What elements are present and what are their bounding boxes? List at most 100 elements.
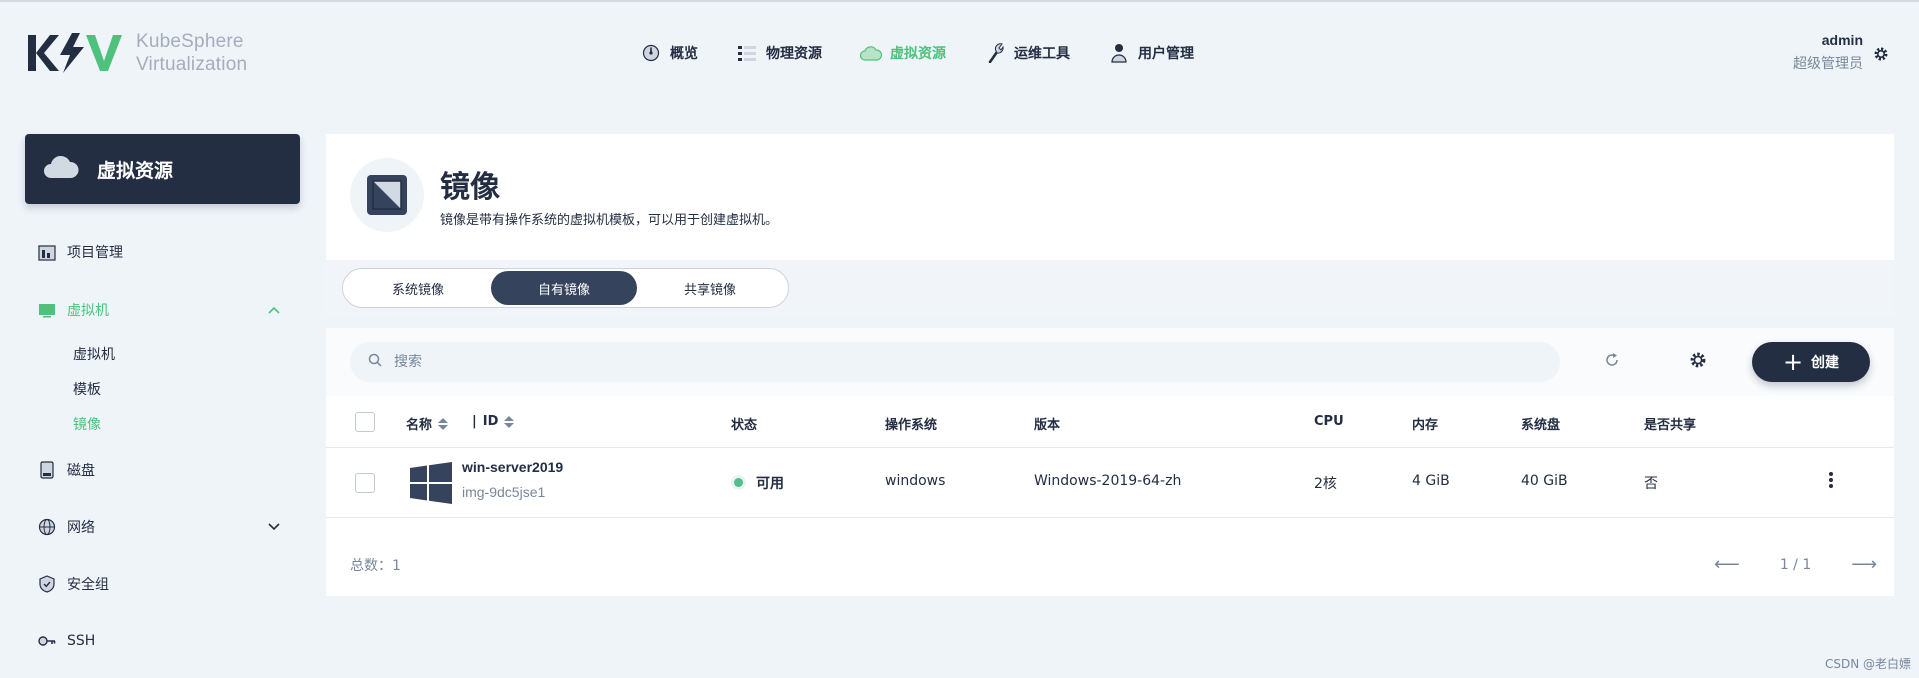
column-header-status: 状态 bbox=[731, 418, 758, 433]
sidebar-item-label: 项目管理 bbox=[67, 245, 123, 261]
column-header-os: 操作系统 bbox=[885, 418, 938, 433]
search-box[interactable] bbox=[350, 342, 1560, 382]
next-page-arrow-icon[interactable]: ⟶ bbox=[1851, 554, 1877, 575]
sidebar-title: 虚拟资源 bbox=[25, 134, 300, 204]
chevron-up-icon[interactable] bbox=[268, 302, 280, 318]
column-header-cpu: CPU bbox=[1314, 414, 1344, 429]
user-role: 超级管理员 bbox=[1793, 56, 1863, 72]
column-header-label: ID bbox=[482, 414, 499, 429]
select-all-checkbox[interactable] bbox=[355, 412, 375, 432]
brand-logo[interactable]: KubeSphere Virtualization bbox=[28, 30, 247, 76]
top-header: KubeSphere Virtualization 概览 物理资源 虚拟资源 运… bbox=[0, 2, 1919, 106]
page-description: 镜像是带有操作系统的虚拟机模板，可以用于创建虚拟机。 bbox=[440, 213, 779, 228]
column-header-shared: 是否共享 bbox=[1644, 418, 1697, 433]
sidebar-item-disk[interactable]: 磁盘 bbox=[37, 460, 95, 480]
plus-icon: + bbox=[1782, 348, 1804, 376]
pagination: ⟵ 1 / 1 ⟶ bbox=[1714, 554, 1877, 575]
sidebar-subitem-vm[interactable]: 虚拟机 bbox=[73, 344, 115, 364]
nav-item-label: 物理资源 bbox=[766, 46, 822, 62]
sidebar-item-vm[interactable]: 虚拟机 bbox=[37, 300, 288, 320]
nav-item-physical[interactable]: 物理资源 bbox=[736, 42, 822, 64]
ksv-logo-mark bbox=[28, 30, 126, 76]
sidebar-subitem-template[interactable]: 模板 bbox=[73, 379, 101, 399]
image-memory: 4 GiB bbox=[1412, 473, 1450, 489]
nav-item-label: 用户管理 bbox=[1138, 46, 1194, 62]
nav-item-label: 运维工具 bbox=[1014, 46, 1070, 62]
disk-icon bbox=[37, 460, 57, 480]
sort-icon[interactable] bbox=[438, 417, 449, 430]
table-header: 名称 | ID 状态 操作系统 版本 CPU 内存 系统盘 是否共享 bbox=[326, 396, 1894, 448]
user-menu[interactable]: admin 超级管理员 bbox=[1793, 32, 1889, 73]
image-cpu: 2核 bbox=[1314, 476, 1337, 492]
sidebar-item-label: SSH bbox=[67, 633, 96, 649]
windows-icon bbox=[410, 462, 452, 508]
tab-shared-images[interactable]: 共享镜像 bbox=[637, 271, 783, 305]
row-checkbox[interactable] bbox=[355, 473, 375, 493]
image-type-tabs: 系统镜像 自有镜像 共享镜像 bbox=[342, 268, 789, 308]
image-os: windows bbox=[885, 473, 946, 489]
tab-own-images[interactable]: 自有镜像 bbox=[491, 271, 637, 305]
page-title: 镜像 bbox=[440, 170, 500, 205]
brand-name: KubeSphere Virtualization bbox=[136, 30, 247, 76]
nav-item-virtual[interactable]: 虚拟资源 bbox=[860, 42, 946, 64]
tabs-bar: 系统镜像 自有镜像 共享镜像 bbox=[326, 260, 1894, 315]
search-input[interactable] bbox=[394, 354, 1294, 370]
image-id: img-9dc5jse1 bbox=[462, 484, 546, 500]
sidebar-item-security-group[interactable]: 安全组 bbox=[37, 574, 109, 594]
image-shared: 否 bbox=[1644, 476, 1658, 492]
image-version: Windows-2019-64-zh bbox=[1034, 473, 1182, 489]
chevron-down-icon[interactable] bbox=[268, 519, 280, 535]
brand-name-line1: KubeSphere bbox=[136, 31, 244, 52]
refresh-icon[interactable] bbox=[1604, 352, 1620, 372]
column-header-label: 名称 bbox=[406, 418, 433, 433]
column-settings-gear-icon[interactable] bbox=[1689, 351, 1707, 373]
project-icon bbox=[37, 242, 57, 262]
brand-name-line2: Virtualization bbox=[136, 54, 248, 75]
sidebar-title-text: 虚拟资源 bbox=[97, 159, 174, 182]
image-list-panel: + 创建 名称 | ID 状态 操作系统 版本 CPU 内存 系统盘 是否共享 … bbox=[326, 328, 1894, 596]
create-button[interactable]: + 创建 bbox=[1752, 342, 1870, 382]
network-icon bbox=[37, 517, 57, 537]
column-header-memory: 内存 bbox=[1412, 418, 1439, 433]
nav-item-label: 虚拟资源 bbox=[890, 46, 946, 62]
wrench-icon bbox=[984, 42, 1006, 64]
page-indicator: 1 / 1 bbox=[1779, 556, 1812, 573]
column-header-name[interactable]: 名称 bbox=[406, 414, 449, 433]
sidebar-item-label: 虚拟机 bbox=[67, 303, 109, 319]
cloud-icon bbox=[860, 42, 882, 64]
dashboard-icon bbox=[640, 42, 662, 64]
sort-icon[interactable] bbox=[504, 415, 515, 428]
user-info: admin 超级管理员 bbox=[1793, 32, 1863, 73]
total-count: 总数：1 bbox=[350, 558, 401, 574]
user-name: admin bbox=[1821, 32, 1863, 48]
create-button-label: 创建 bbox=[1811, 355, 1840, 371]
image-disk: 40 GiB bbox=[1521, 473, 1568, 489]
tab-system-images[interactable]: 系统镜像 bbox=[345, 271, 491, 305]
sidebar-item-label: 磁盘 bbox=[67, 463, 95, 479]
sidebar-item-label: 网络 bbox=[67, 520, 95, 536]
gear-icon[interactable] bbox=[1873, 46, 1889, 66]
cloud-icon bbox=[43, 154, 79, 185]
more-actions-icon[interactable] bbox=[1828, 470, 1834, 494]
sidebar-item-projects[interactable]: 项目管理 bbox=[37, 242, 123, 262]
watermark: CSDN @老白嫖 bbox=[1824, 657, 1911, 671]
sidebar-item-network[interactable]: 网络 bbox=[37, 517, 288, 537]
column-divider: | bbox=[472, 414, 477, 429]
nav-item-ops[interactable]: 运维工具 bbox=[984, 42, 1070, 64]
nav-item-label: 概览 bbox=[670, 46, 698, 62]
sidebar-item-ssh[interactable]: SSH bbox=[37, 631, 95, 651]
image-name-link[interactable]: win-server2019 bbox=[462, 459, 563, 475]
status-indicator bbox=[734, 478, 743, 487]
top-nav: 概览 物理资源 虚拟资源 运维工具 用户管理 bbox=[640, 42, 1232, 64]
nav-item-users[interactable]: 用户管理 bbox=[1108, 42, 1194, 64]
nav-item-overview[interactable]: 概览 bbox=[640, 42, 698, 64]
column-header-id[interactable]: | ID bbox=[472, 414, 515, 429]
list-toolbar: + 创建 bbox=[326, 328, 1894, 396]
search-icon bbox=[368, 353, 382, 371]
column-header-version: 版本 bbox=[1034, 418, 1061, 433]
sidebar-subitem-image[interactable]: 镜像 bbox=[73, 414, 101, 434]
page-header: 镜像 镜像是带有操作系统的虚拟机模板，可以用于创建虚拟机。 bbox=[326, 134, 1894, 260]
prev-page-arrow-icon[interactable]: ⟵ bbox=[1714, 554, 1740, 575]
table-row[interactable]: win-server2019 img-9dc5jse1 可用 windows W… bbox=[326, 448, 1894, 518]
sidebar-item-label: 安全组 bbox=[67, 577, 109, 593]
